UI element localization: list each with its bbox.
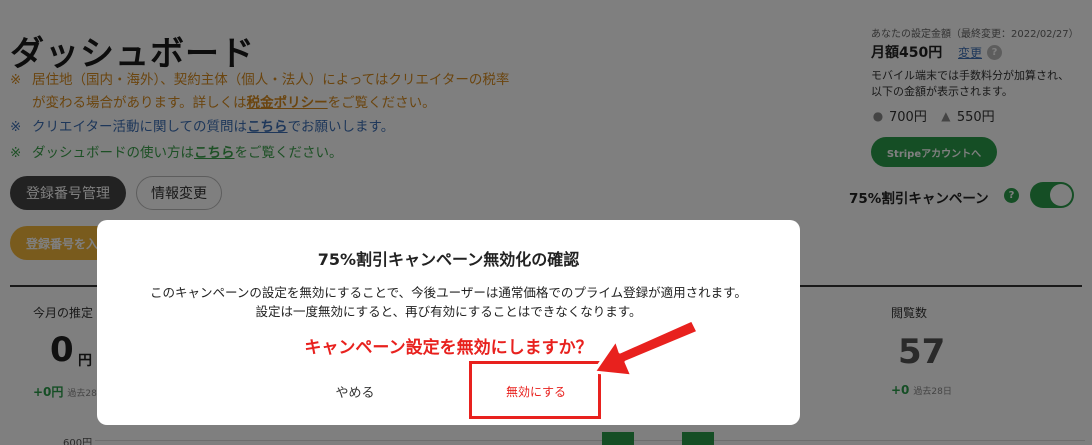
dialog-title: 75%割引キャンペーン無効化の確認 — [317, 250, 580, 269]
dialog-body: このキャンペーンの設定を無効にすることで、今後ユーザーは通常価格でのプライム登録… — [97, 283, 800, 321]
annotation-arrow-icon — [592, 318, 700, 378]
disable-confirm-button[interactable]: 無効にする — [483, 378, 589, 404]
dialog-body-line1: このキャンペーンの設定を無効にすることで、今後ユーザーは通常価格でのプライム登録… — [150, 285, 747, 300]
cancel-button[interactable]: やめる — [305, 378, 405, 404]
